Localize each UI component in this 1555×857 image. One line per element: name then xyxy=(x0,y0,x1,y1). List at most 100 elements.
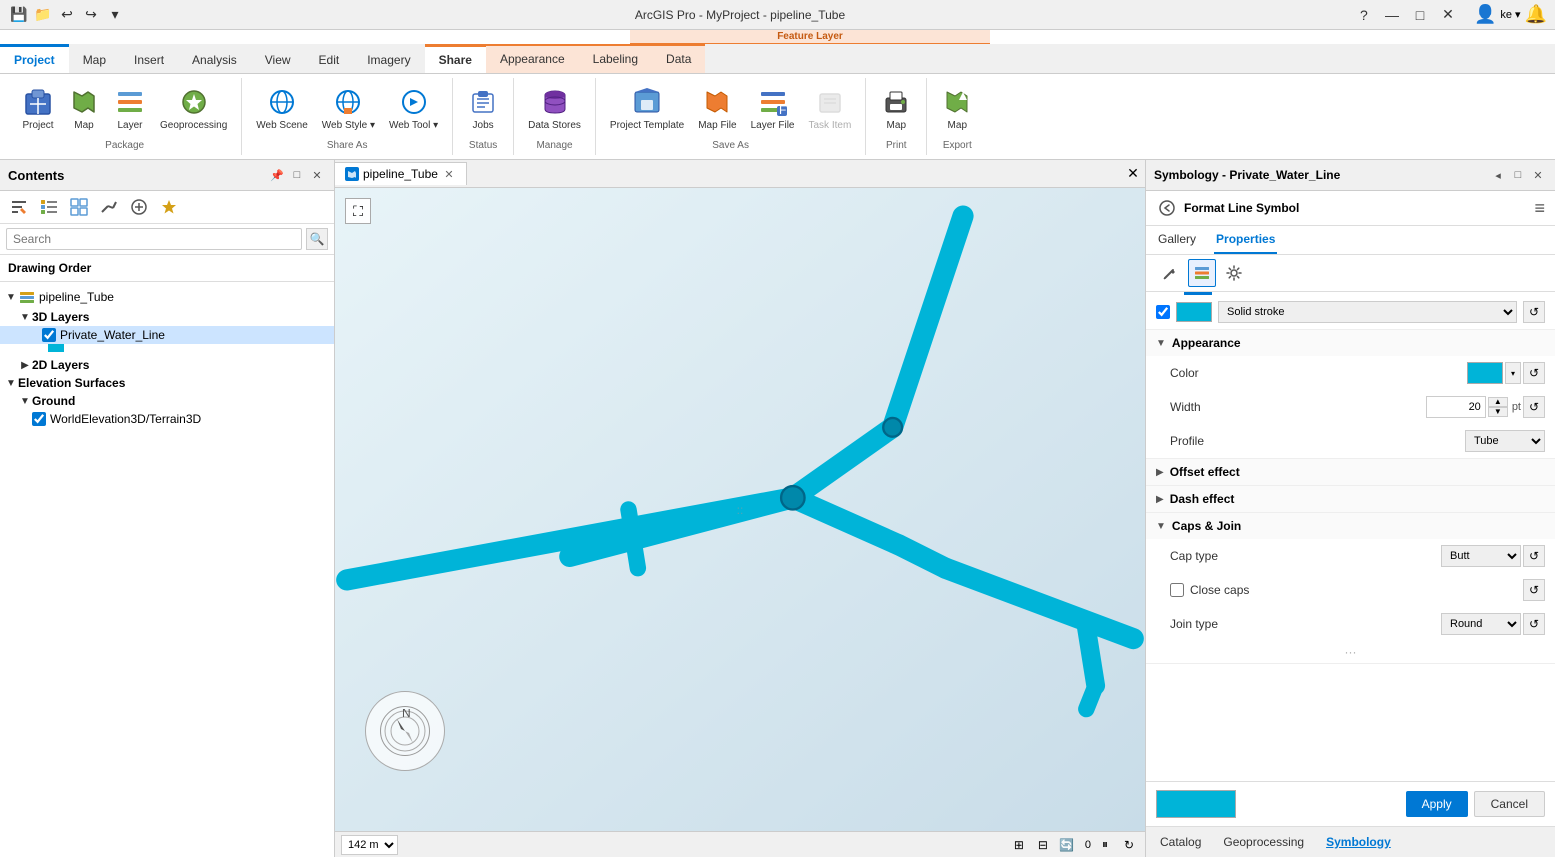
manage-datastores-button[interactable]: Data Stores xyxy=(522,82,587,136)
close-button[interactable]: ✕ xyxy=(1438,5,1458,25)
apply-button[interactable]: Apply xyxy=(1406,791,1468,817)
cancel-button[interactable]: Cancel xyxy=(1474,791,1545,817)
map-canvas[interactable]: ⛶ :: N xyxy=(335,188,1145,831)
open-button[interactable]: 📁 xyxy=(32,4,54,26)
profile-select[interactable]: Tube Strip Wall xyxy=(1465,430,1545,452)
sym-float-button[interactable]: □ xyxy=(1509,166,1527,184)
filter-list-button[interactable] xyxy=(36,194,62,220)
close-caps-checkbox[interactable] xyxy=(1170,583,1184,597)
dash-section-header[interactable]: ▶ Dash effect xyxy=(1146,486,1555,512)
tree-item-pipeline-tube[interactable]: ▼ pipeline_Tube xyxy=(0,286,334,308)
sync-button[interactable]: 🔄 xyxy=(1057,835,1077,855)
width-input[interactable] xyxy=(1426,396,1486,418)
save-button[interactable]: 💾 xyxy=(8,4,30,26)
refresh-button[interactable]: ↻ xyxy=(1119,835,1139,855)
sym-menu-button[interactable]: ≡ xyxy=(1534,198,1545,219)
search-input[interactable] xyxy=(6,228,302,250)
search-button[interactable]: 🔍 xyxy=(306,228,328,250)
stroke-type-select[interactable]: Solid stroke xyxy=(1218,301,1517,323)
saveas-projecttemplate-button[interactable]: Project Template xyxy=(604,82,690,136)
map-tab-close-button[interactable]: ✕ xyxy=(442,167,456,181)
close-caps-reset-button[interactable]: ↺ xyxy=(1523,579,1545,601)
stroke-reset-button[interactable]: ↺ xyxy=(1523,301,1545,323)
export-map-button[interactable]: Map xyxy=(935,82,979,136)
tab-map[interactable]: Map xyxy=(69,44,120,73)
status-jobs-button[interactable]: Jobs xyxy=(461,82,505,136)
filter-add-button[interactable] xyxy=(126,194,152,220)
width-reset-button[interactable]: ↺ xyxy=(1523,396,1545,418)
width-up-button[interactable]: ▲ xyxy=(1488,397,1508,407)
filter-table-button[interactable] xyxy=(66,194,92,220)
scale-select[interactable]: 142 m xyxy=(341,835,398,855)
join-type-select[interactable]: Round Miter Bevel xyxy=(1441,613,1521,635)
saveas-taskitem-button[interactable]: Task Item xyxy=(802,82,857,136)
color-dropdown-button[interactable]: ▾ xyxy=(1505,362,1521,384)
stroke-checkbox[interactable] xyxy=(1156,305,1170,319)
color-reset-button[interactable]: ↺ xyxy=(1523,362,1545,384)
tab-appearance[interactable]: Appearance xyxy=(486,46,579,72)
tab-imagery[interactable]: Imagery xyxy=(353,44,424,73)
customize-button[interactable]: ▾ xyxy=(104,4,126,26)
filter-line-button[interactable] xyxy=(96,194,122,220)
panel-close-button[interactable]: ✕ xyxy=(308,166,326,184)
tree-item-private-water-line[interactable]: Private_Water_Line xyxy=(0,326,334,344)
layer-checkbox-private-water-line[interactable] xyxy=(42,328,56,342)
maximize-button[interactable]: □ xyxy=(1410,5,1430,25)
print-map-button[interactable]: Map xyxy=(874,82,918,136)
saveas-mapfile-button[interactable]: Map File xyxy=(692,82,742,136)
width-down-button[interactable]: ▼ xyxy=(1488,407,1508,417)
share-webtool-button[interactable]: Web Tool ▾ xyxy=(383,82,444,136)
tree-item-ground[interactable]: ▼ Ground xyxy=(0,392,334,410)
map-expand-button[interactable]: ⛶ xyxy=(345,198,371,224)
tab-share[interactable]: Share xyxy=(425,44,486,73)
package-map-button[interactable]: Map xyxy=(62,82,106,136)
filter-all-button[interactable] xyxy=(6,194,32,220)
tab-properties[interactable]: Properties xyxy=(1214,226,1277,254)
filter-star-button[interactable] xyxy=(156,194,182,220)
package-project-button[interactable]: Project xyxy=(16,82,60,136)
panel-tab-catalog[interactable]: Catalog xyxy=(1154,831,1207,853)
stroke-color-button[interactable] xyxy=(1176,302,1212,322)
appearance-section-header[interactable]: ▼ Appearance xyxy=(1146,330,1555,356)
map-tab-pipeline[interactable]: pipeline_Tube ✕ xyxy=(335,162,467,185)
offset-section-header[interactable]: ▶ Offset effect xyxy=(1146,459,1555,485)
panel-tab-symbology[interactable]: Symbology xyxy=(1320,831,1397,853)
pause-button[interactable]: ⏸ xyxy=(1095,835,1115,855)
undo-button[interactable]: ↩ xyxy=(56,4,78,26)
pencil-tool-button[interactable] xyxy=(1156,259,1184,287)
panel-pin-button[interactable]: 📌 xyxy=(268,166,286,184)
cap-type-reset-button[interactable]: ↺ xyxy=(1523,545,1545,567)
color-button[interactable] xyxy=(1467,362,1503,384)
tab-analysis[interactable]: Analysis xyxy=(178,44,251,73)
join-type-reset-button[interactable]: ↺ xyxy=(1523,613,1545,635)
tab-data[interactable]: Data xyxy=(652,46,705,72)
caps-section-header[interactable]: ▼ Caps & Join xyxy=(1146,513,1555,539)
sym-pin-button[interactable]: ◂ xyxy=(1489,166,1507,184)
tab-edit[interactable]: Edit xyxy=(305,44,354,73)
tree-item-world-elevation[interactable]: WorldElevation3D/Terrain3D xyxy=(0,410,334,428)
tab-labeling[interactable]: Labeling xyxy=(579,46,652,72)
tab-view[interactable]: View xyxy=(251,44,305,73)
share-webscene-button[interactable]: Web Scene xyxy=(250,82,314,136)
tab-project[interactable]: Project xyxy=(0,44,69,73)
package-layer-button[interactable]: Layer xyxy=(108,82,152,136)
table-button[interactable]: ⊟ xyxy=(1033,835,1053,855)
sym-close-button[interactable]: ✕ xyxy=(1529,166,1547,184)
cap-type-select[interactable]: Butt Round Square xyxy=(1441,545,1521,567)
share-webstyle-button[interactable]: Web Style ▾ xyxy=(316,82,381,136)
minimize-button[interactable]: — xyxy=(1382,5,1402,25)
panel-tab-geoprocessing[interactable]: Geoprocessing xyxy=(1217,831,1310,853)
grid-button[interactable]: ⊞ xyxy=(1009,835,1029,855)
tree-item-elevation-surfaces[interactable]: ▼ Elevation Surfaces xyxy=(0,374,334,392)
sym-back-button[interactable] xyxy=(1156,197,1178,219)
package-geoprocessing-button[interactable]: Geoprocessing xyxy=(154,82,233,136)
tree-item-3dlayers[interactable]: ▼ 3D Layers xyxy=(0,308,334,326)
settings-tool-button[interactable] xyxy=(1220,259,1248,287)
world-elevation-checkbox[interactable] xyxy=(32,412,46,426)
map-close-button[interactable]: ✕ xyxy=(1121,162,1145,186)
layers-tool-button[interactable] xyxy=(1188,259,1216,287)
help-button[interactable]: ? xyxy=(1354,5,1374,25)
panel-float-button[interactable]: □ xyxy=(288,166,306,184)
saveas-layerfile-button[interactable]: F Layer File xyxy=(745,82,801,136)
tree-item-2dlayers[interactable]: ▶ 2D Layers xyxy=(0,356,334,374)
